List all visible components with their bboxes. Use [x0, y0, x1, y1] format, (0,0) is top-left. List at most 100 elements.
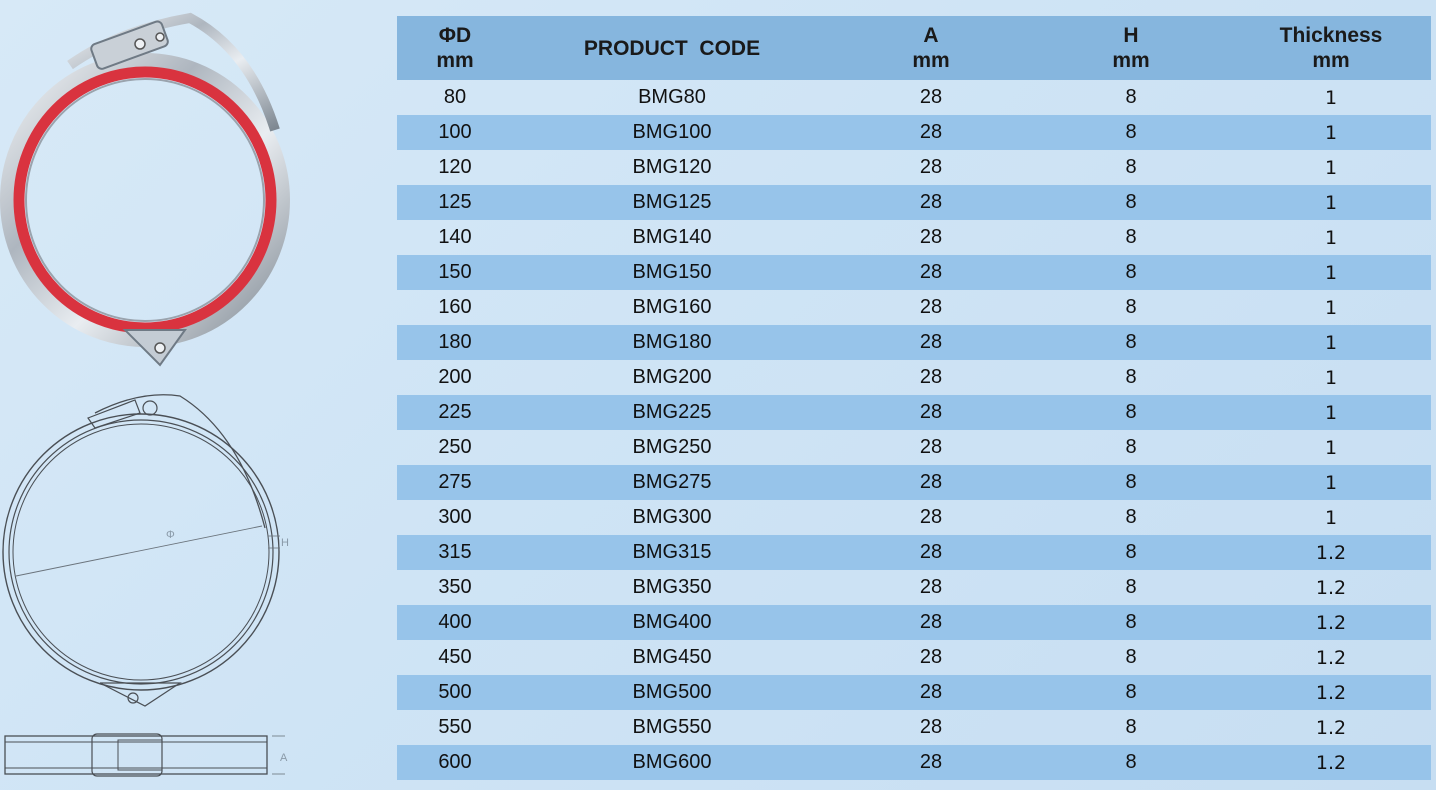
h-cell: 8 [1125, 506, 1137, 528]
header-product-code: PRODUCT CODE [583, 36, 761, 60]
thickness-cell: 1.2 [1315, 646, 1347, 669]
product-code-cell: BMG315 [632, 541, 712, 563]
h-cell: 8 [1125, 751, 1137, 773]
table-row: 300 BMG300 28 8 1 [397, 500, 1431, 535]
diameter-cell: 500 [438, 681, 472, 703]
a-cell: 28 [919, 541, 943, 563]
thickness-cell: 1 [1324, 331, 1338, 354]
spec-table-body: 80 BMG80 28 8 1 100 BMG100 28 8 1 120 BMG120 28 8 1 1 25… [397, 80, 1431, 780]
table-row: 125 BMG125 28 8 1 [397, 185, 1431, 220]
a-cell: 28 [919, 611, 943, 633]
a-cell: 28 [919, 261, 943, 283]
thickness-cell: 1 [1324, 86, 1338, 109]
thickness-cell: 1 [1324, 401, 1338, 424]
h-cell: 8 [1125, 471, 1137, 493]
product-code-cell: BMG100 [632, 121, 712, 143]
diameter-cell: 350 [438, 576, 472, 598]
thickness-cell: 1.2 [1315, 576, 1347, 599]
thickness-cell: 1 [1324, 261, 1338, 284]
diameter-cell: 180 [438, 331, 472, 353]
product-code-cell: BMG80 [638, 86, 706, 108]
product-code-cell: BMG350 [632, 576, 712, 598]
diameter-cell: 150 [438, 261, 472, 283]
header-row: ΦD mm PRODUCT CODE Amm Hmm Thickness mm [397, 16, 1431, 80]
table-row: 550 BMG550 28 8 1.2 [397, 710, 1431, 745]
a-dimension-label: A [280, 752, 288, 764]
thickness-cell: 1 [1324, 506, 1338, 529]
h-cell: 8 [1125, 716, 1137, 738]
product-code-cell: BMG300 [632, 506, 712, 528]
diameter-cell: 120 [438, 156, 472, 178]
diameter-cell: 315 [438, 541, 472, 563]
product-illustrations: Φ H A [0, 0, 380, 790]
a-cell: 28 [919, 436, 943, 458]
h-cell: 8 [1125, 401, 1137, 423]
thickness-cell: 1.2 [1315, 716, 1347, 739]
a-cell: 28 [919, 296, 943, 318]
diameter-cell: 200 [438, 366, 472, 388]
diameter-cell: 100 [438, 121, 472, 143]
thickness-cell: 1 [1324, 121, 1338, 144]
product-code-cell: BMG125 [632, 191, 712, 213]
table-row: 80 BMG80 28 8 1 [397, 80, 1431, 115]
product-code-cell: BMG225 [632, 401, 712, 423]
product-code-cell: BMG550 [632, 716, 712, 738]
h-dimension-label: H [281, 537, 289, 549]
table-row: 150 BMG150 28 8 1 [397, 255, 1431, 290]
table-row: 400 BMG400 28 8 1.2 [397, 605, 1431, 640]
thickness-cell: 1 [1324, 471, 1338, 494]
thickness-cell: 1 [1324, 156, 1338, 179]
product-code-cell: BMG250 [632, 436, 712, 458]
h-cell: 8 [1125, 611, 1137, 633]
h-cell: 8 [1125, 121, 1137, 143]
a-cell: 28 [919, 576, 943, 598]
product-code-cell: BMG140 [632, 226, 712, 248]
table-row: 275 BMG275 28 8 1 [397, 465, 1431, 500]
header-thickness: Thickness mm [1279, 24, 1383, 72]
clamp-front-drawing: Φ H [2, 394, 289, 707]
diameter-cell: 400 [438, 611, 472, 633]
h-cell: 8 [1125, 331, 1137, 353]
h-cell: 8 [1125, 541, 1137, 563]
h-cell: 8 [1125, 366, 1137, 388]
table-row: 225 BMG225 28 8 1 [397, 395, 1431, 430]
a-cell: 28 [919, 646, 943, 668]
clamp-photo [0, 12, 290, 367]
a-cell: 28 [919, 506, 943, 528]
product-code-cell: BMG200 [632, 366, 712, 388]
a-cell: 28 [919, 366, 943, 388]
thickness-cell: 1.2 [1315, 611, 1347, 634]
thickness-cell: 1.2 [1315, 681, 1347, 704]
diameter-cell: 80 [443, 86, 467, 108]
a-cell: 28 [919, 401, 943, 423]
a-cell: 28 [919, 471, 943, 493]
diameter-cell: 600 [438, 751, 472, 773]
thickness-cell: 1 [1324, 436, 1338, 459]
h-cell: 8 [1125, 436, 1137, 458]
a-cell: 28 [919, 191, 943, 213]
a-cell: 28 [919, 86, 943, 108]
product-code-cell: BMG150 [632, 261, 712, 283]
product-code-cell: BMG600 [632, 751, 712, 773]
a-cell: 28 [919, 156, 943, 178]
table-row: 600 BMG600 28 8 1.2 [397, 745, 1431, 780]
h-cell: 8 [1125, 86, 1137, 108]
h-cell: 8 [1125, 296, 1137, 318]
diameter-cell: 250 [438, 436, 472, 458]
header-h: Hmm [1112, 24, 1150, 72]
a-cell: 28 [919, 331, 943, 353]
diameter-cell: 300 [438, 506, 472, 528]
h-cell: 8 [1125, 226, 1137, 248]
h-cell: 8 [1125, 156, 1137, 178]
thickness-cell: 1.2 [1315, 751, 1347, 774]
h-cell: 8 [1125, 261, 1137, 283]
diameter-cell: 225 [438, 401, 472, 423]
spec-table-header: ΦD mm PRODUCT CODE Amm Hmm Thickness mm [397, 16, 1431, 80]
a-cell: 28 [919, 716, 943, 738]
product-code-cell: BMG120 [632, 156, 712, 178]
thickness-cell: 1 [1324, 191, 1338, 214]
h-cell: 8 [1125, 576, 1137, 598]
diameter-cell: 160 [438, 296, 472, 318]
thickness-cell: 1.2 [1315, 541, 1347, 564]
product-code-cell: BMG275 [632, 471, 712, 493]
